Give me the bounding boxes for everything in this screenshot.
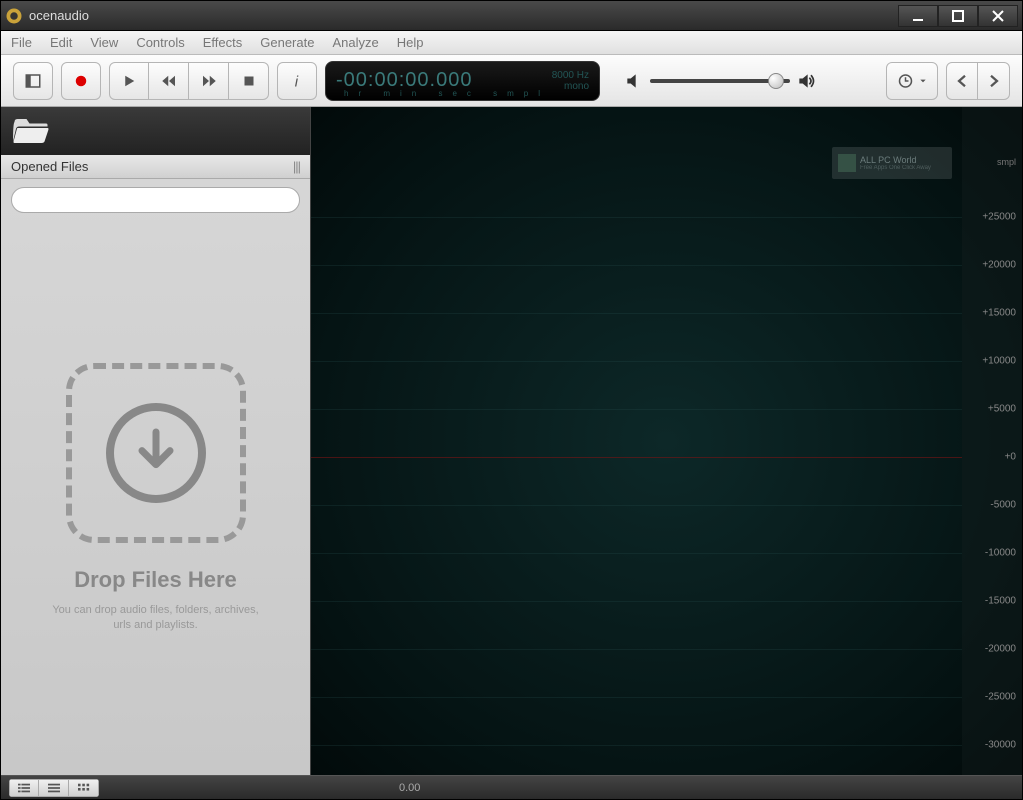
y-tick: -10000 [985, 548, 1016, 559]
waveform-area[interactable]: ALL PC World Free Apps One Click Away sm… [311, 107, 1022, 775]
y-tick: +15000 [982, 308, 1016, 319]
nav-forward-button[interactable] [978, 62, 1010, 100]
opened-files-header: Opened Files ||| [1, 155, 310, 179]
grip-icon[interactable]: ||| [293, 159, 300, 174]
folder-open-icon [13, 116, 49, 146]
download-circle-icon [106, 403, 206, 503]
watermark-text: ALL PC World [860, 155, 931, 165]
volume-control [624, 71, 816, 91]
time-display: -00:00:00.000 hr min sec smpl 8000 Hz mo… [325, 61, 600, 101]
drop-subtitle: You can drop audio files, folders, archi… [46, 603, 266, 634]
view-list-detail-button[interactable] [9, 779, 39, 797]
y-tick: +20000 [982, 260, 1016, 271]
channel-mode: mono [552, 81, 589, 92]
stop-button[interactable] [229, 62, 269, 100]
view-list-button[interactable] [39, 779, 69, 797]
y-tick: +10000 [982, 356, 1016, 367]
search-input[interactable] [11, 187, 300, 213]
y-tick: +5000 [988, 404, 1016, 415]
y-axis: smpl +25000 +20000 +15000 +10000 +5000 +… [962, 107, 1022, 775]
y-tick: +0 [1005, 452, 1016, 463]
opened-files-label: Opened Files [11, 159, 88, 174]
menu-controls[interactable]: Controls [136, 35, 184, 50]
statusbar: 0.00 [1, 775, 1022, 799]
titlebar: ocenaudio [1, 1, 1022, 31]
time-labels: hr min sec smpl [344, 89, 550, 98]
y-tick: -20000 [985, 644, 1016, 655]
menu-help[interactable]: Help [397, 35, 424, 50]
window-title: ocenaudio [29, 8, 898, 23]
toolbar: i -00:00:00.000 hr min sec smpl 8000 Hz … [1, 55, 1022, 107]
y-tick: -25000 [985, 692, 1016, 703]
menu-view[interactable]: View [90, 35, 118, 50]
drop-title: Drop Files Here [74, 567, 237, 593]
volume-high-icon [796, 71, 816, 91]
y-tick: -30000 [985, 740, 1016, 751]
sidebar-folder-header[interactable] [1, 107, 310, 155]
view-grid-button[interactable] [69, 779, 99, 797]
timeline-start: 0.00 [399, 782, 420, 794]
record-button[interactable] [61, 62, 101, 100]
sidebar: Opened Files ||| 🔍 Drop Files Here You c… [1, 107, 311, 775]
menu-generate[interactable]: Generate [260, 35, 314, 50]
watermark-icon [838, 154, 856, 172]
maximize-button[interactable] [938, 5, 978, 27]
y-tick: +25000 [982, 212, 1016, 223]
svg-text:i: i [295, 73, 299, 90]
history-dropdown-button[interactable] [886, 62, 938, 100]
menu-file[interactable]: File [11, 35, 32, 50]
y-tick: -5000 [990, 500, 1016, 511]
menubar: File Edit View Controls Effects Generate… [1, 31, 1022, 55]
menu-edit[interactable]: Edit [50, 35, 72, 50]
app-icon [5, 7, 23, 25]
volume-slider[interactable] [650, 79, 790, 83]
info-button[interactable]: i [277, 62, 317, 100]
minimize-button[interactable] [898, 5, 938, 27]
volume-low-icon [624, 71, 644, 91]
menu-effects[interactable]: Effects [203, 35, 243, 50]
watermark-subtext: Free Apps One Click Away [860, 165, 931, 171]
close-button[interactable] [978, 5, 1018, 27]
volume-thumb[interactable] [768, 73, 784, 89]
menu-analyze[interactable]: Analyze [332, 35, 378, 50]
drop-dashed-box [66, 363, 246, 543]
drop-zone[interactable]: Drop Files Here You can drop audio files… [1, 221, 310, 775]
play-button[interactable] [109, 62, 149, 100]
sidebar-toggle-button[interactable] [13, 62, 53, 100]
sample-rate: 8000 Hz [552, 70, 589, 81]
nav-back-button[interactable] [946, 62, 978, 100]
watermark: ALL PC World Free Apps One Click Away [832, 147, 952, 179]
rewind-button[interactable] [149, 62, 189, 100]
fast-forward-button[interactable] [189, 62, 229, 100]
y-axis-unit: smpl [997, 157, 1016, 167]
y-tick: -15000 [985, 596, 1016, 607]
